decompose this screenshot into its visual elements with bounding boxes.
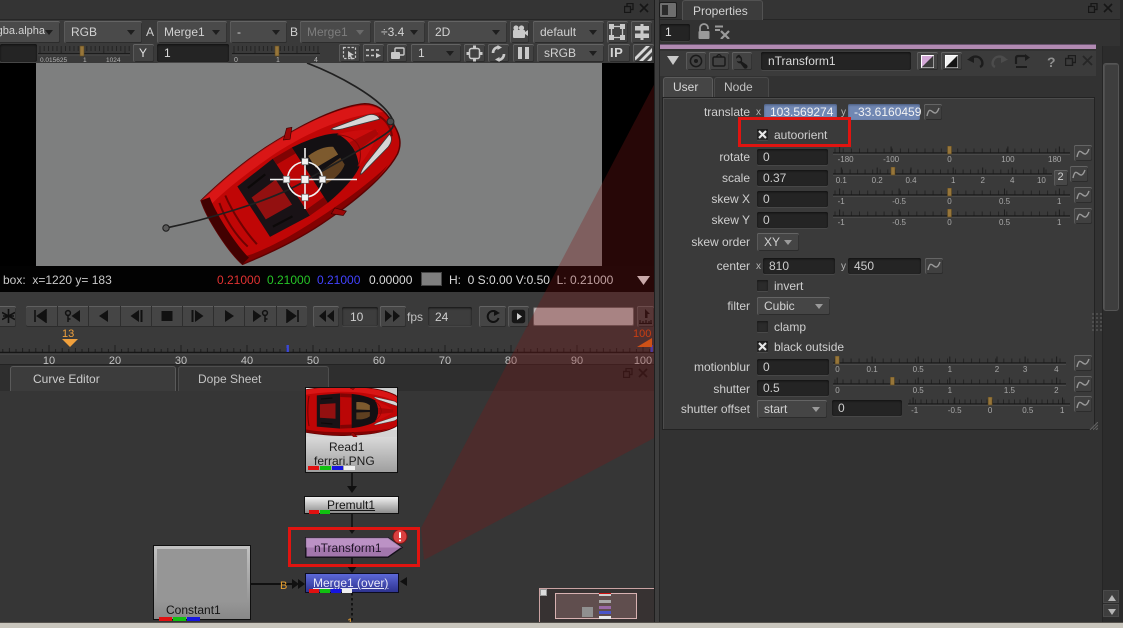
svg-text:-0.5: -0.5 [948, 406, 962, 414]
svg-text:2: 2 [980, 176, 985, 184]
svg-text:4: 4 [1010, 176, 1015, 184]
svg-text:0.1: 0.1 [867, 365, 879, 373]
svg-text:0: 0 [835, 386, 840, 394]
svg-text:1: 1 [948, 386, 953, 394]
svg-text:1.5: 1.5 [1004, 386, 1016, 394]
svg-text:0.5: 0.5 [913, 386, 925, 394]
svg-text:-0.5: -0.5 [892, 218, 906, 226]
svg-text:-0.5: -0.5 [892, 197, 906, 205]
svg-text:2: 2 [1054, 386, 1059, 394]
svg-text:-100: -100 [883, 155, 900, 163]
svg-text:3: 3 [1023, 365, 1028, 373]
svg-text:1: 1 [1060, 406, 1065, 414]
svg-text:1: 1 [951, 176, 956, 184]
svg-text:-1: -1 [838, 197, 846, 205]
svg-text:100: 100 [1001, 155, 1015, 163]
svg-text:1: 1 [948, 365, 953, 373]
svg-text:0.1: 0.1 [836, 176, 848, 184]
svg-text:-1: -1 [838, 218, 846, 226]
svg-text:0: 0 [947, 218, 952, 226]
svg-text:0.4: 0.4 [905, 176, 917, 184]
svg-text:0.5: 0.5 [999, 197, 1011, 205]
svg-text:0.5: 0.5 [913, 365, 925, 373]
svg-text:0: 0 [835, 365, 840, 373]
svg-text:10: 10 [1037, 176, 1046, 184]
svg-text:-1: -1 [911, 406, 919, 414]
svg-text:-180: -180 [838, 155, 855, 163]
svg-text:0.5: 0.5 [1022, 406, 1034, 414]
svg-text:0: 0 [988, 406, 993, 414]
svg-text:0: 0 [947, 155, 952, 163]
svg-text:0: 0 [947, 197, 952, 205]
svg-text:0.2: 0.2 [872, 176, 884, 184]
svg-text:180: 180 [1048, 155, 1062, 163]
svg-text:1: 1 [1057, 218, 1062, 226]
svg-text:4: 4 [1054, 365, 1059, 373]
svg-text:1: 1 [1057, 197, 1062, 205]
svg-text:0.5: 0.5 [999, 218, 1011, 226]
svg-text:2: 2 [995, 365, 1000, 373]
